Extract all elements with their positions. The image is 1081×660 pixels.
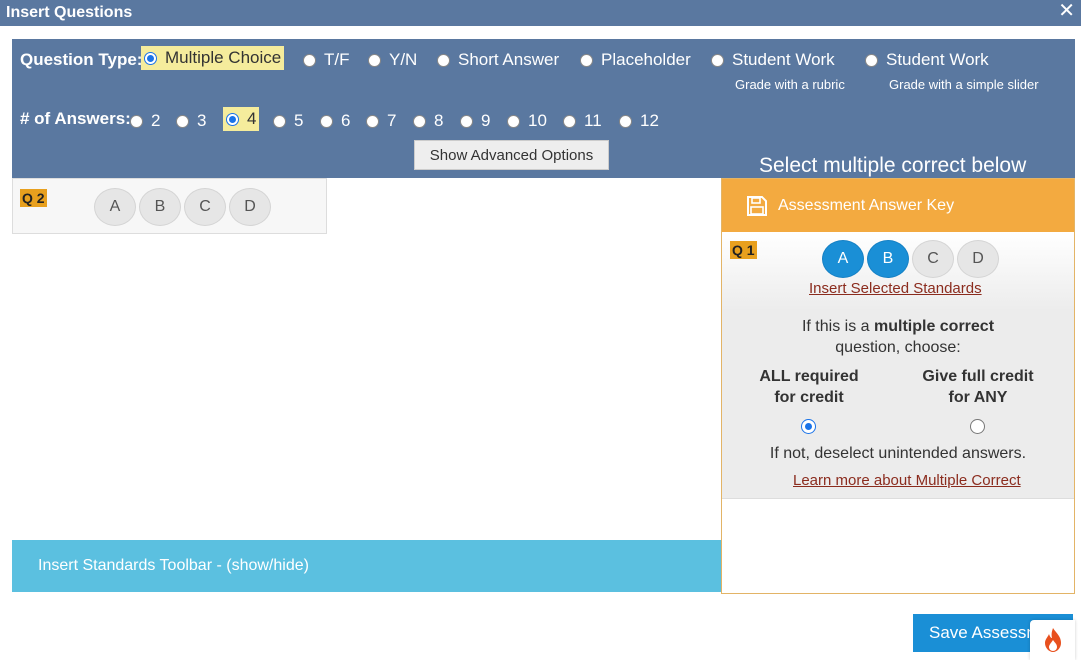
answer-key-header: Assessment Answer Key — [722, 179, 1074, 232]
question-type-placeholder[interactable]: Placeholder — [580, 50, 691, 70]
question-badge: Q 2 — [20, 189, 47, 207]
learn-more-multiple-correct-link[interactable]: Learn more about Multiple Correct — [793, 472, 1021, 489]
num-answers-2[interactable]: 2 — [130, 111, 160, 131]
question-type-yn[interactable]: Y/N — [368, 50, 417, 70]
answer-choice-d[interactable]: D — [229, 188, 271, 226]
question-type-tf[interactable]: T/F — [303, 50, 350, 70]
radio-icon — [507, 114, 520, 128]
answer-key-choice-b[interactable]: B — [867, 240, 909, 278]
num-answers-5[interactable]: 5 — [273, 111, 303, 131]
radio-icon — [711, 53, 724, 67]
num-answers-11[interactable]: 11 — [563, 111, 602, 131]
question-type-short-answer[interactable]: Short Answer — [437, 50, 559, 70]
answer-choice-a[interactable]: A — [94, 188, 136, 226]
answer-key-q1: Q 1 A B C D Insert Selected Standards If… — [722, 232, 1074, 499]
radio-icon — [130, 114, 143, 128]
option-all-required-label: ALL required for credit — [759, 368, 859, 406]
question-q2-panel: Q 2 A B C D — [12, 178, 327, 234]
num-answers-label: # of Answers: — [20, 109, 131, 128]
insert-standards-toolbar-toggle[interactable]: Insert Standards Toolbar - (show/hide) — [12, 540, 721, 592]
deselect-note: If not, deselect unintended answers. — [769, 445, 1027, 462]
option-full-credit-any-label: Give full credit for ANY — [922, 368, 1034, 406]
answer-key-choice-d[interactable]: D — [957, 240, 999, 278]
show-advanced-options-button[interactable]: Show Advanced Options — [414, 140, 609, 170]
window-title: Insert Questions — [6, 4, 133, 21]
insert-selected-standards-link[interactable]: Insert Selected Standards — [809, 280, 982, 297]
num-answers-4[interactable]: 4 — [223, 107, 260, 131]
answer-key-choice-a[interactable]: A — [822, 240, 864, 278]
num-answers-3[interactable]: 3 — [176, 111, 206, 131]
window-titlebar: Insert Questions ✕ — [0, 0, 1081, 26]
radio-icon — [368, 53, 381, 67]
flame-logo[interactable] — [1030, 620, 1075, 660]
question-badge: Q 1 — [730, 241, 757, 259]
radio-icon — [366, 114, 379, 128]
radio-icon — [176, 114, 189, 128]
radio-icon — [303, 53, 316, 67]
num-answers-8[interactable]: 8 — [413, 111, 443, 131]
select-multiple-hint: Select multiple correct below — [759, 154, 1027, 177]
radio-icon — [865, 53, 878, 67]
num-answers-9[interactable]: 9 — [460, 111, 490, 131]
num-answers-12[interactable]: 12 — [619, 111, 659, 131]
num-answers-7[interactable]: 7 — [366, 111, 396, 131]
radio-icon — [460, 114, 473, 128]
question-type-student-work-slider[interactable]: Student Work — [865, 50, 989, 70]
question-type-student-work-rubric[interactable]: Student Work — [711, 50, 835, 70]
student-work-rubric-note: Grade with a rubric — [735, 77, 845, 92]
all-required-radio[interactable] — [801, 419, 816, 434]
answer-key-panel: Assessment Answer Key Q 1 A B C D Insert… — [721, 178, 1075, 594]
multiple-correct-prompt: If this is a multiple correct question, … — [801, 318, 995, 356]
num-answers-6[interactable]: 6 — [320, 111, 350, 131]
radio-icon — [226, 112, 239, 126]
floppy-disk-icon — [747, 195, 767, 216]
radio-icon — [144, 51, 157, 65]
full-credit-any-radio[interactable] — [970, 419, 985, 434]
answer-key-title: Assessment Answer Key — [778, 196, 955, 214]
answer-choice-b[interactable]: B — [139, 188, 181, 226]
question-type-multiple-choice[interactable]: Multiple Choice — [141, 46, 285, 70]
radio-icon — [413, 114, 426, 128]
close-icon[interactable]: ✕ — [1058, 0, 1075, 22]
radio-icon — [580, 53, 593, 67]
radio-icon — [273, 114, 286, 128]
flame-icon — [1044, 628, 1061, 652]
question-type-label: Question Type: — [20, 50, 143, 69]
student-work-slider-note: Grade with a simple slider — [889, 77, 1039, 92]
radio-icon — [320, 114, 333, 128]
num-answers-10[interactable]: 10 — [507, 111, 547, 131]
radio-icon — [563, 114, 576, 128]
answer-choice-c[interactable]: C — [184, 188, 226, 226]
radio-icon — [437, 53, 450, 67]
radio-icon — [619, 114, 632, 128]
answer-key-choice-c[interactable]: C — [912, 240, 954, 278]
